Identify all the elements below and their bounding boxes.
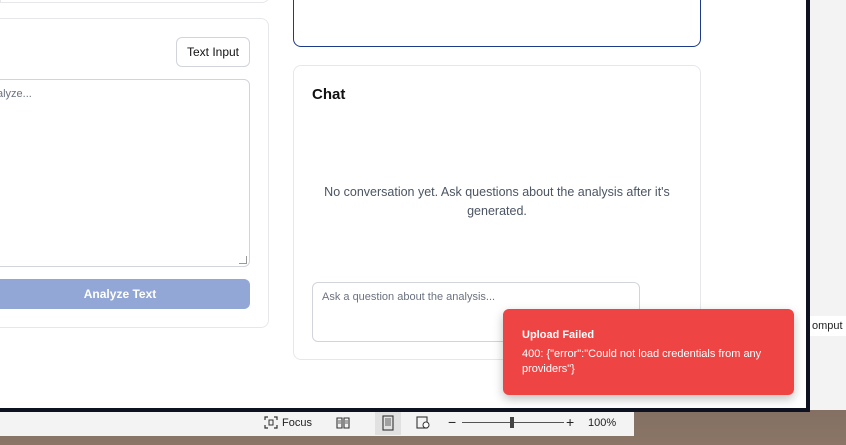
zoom-percent[interactable]: 100% [588, 417, 616, 429]
read-mode-icon[interactable] [336, 416, 350, 429]
print-layout-icon [382, 415, 394, 431]
focus-icon [264, 416, 278, 429]
toast-title: Upload Failed [522, 329, 595, 341]
focus-mode-button[interactable]: Focus [264, 416, 312, 429]
zoom-in-button[interactable]: + [566, 414, 574, 430]
word-partial-text: omput [808, 316, 846, 336]
textarea-placeholder: alyze... [0, 88, 32, 100]
web-layout-icon[interactable] [416, 416, 430, 429]
text-input-mode-button[interactable]: Text Input [176, 37, 250, 67]
print-layout-button[interactable] [375, 411, 401, 435]
upload-failed-toast[interactable]: Upload Failed 400: {"error":"Could not l… [503, 309, 794, 395]
toast-message: 400: {"error":"Could not load credential… [522, 348, 762, 375]
zoom-out-button[interactable]: − [448, 414, 456, 430]
analysis-textarea[interactable]: alyze... [0, 79, 250, 267]
chat-empty-message: No conversation yet. Ask questions about… [324, 185, 670, 218]
focus-label: Focus [282, 416, 312, 429]
analyze-text-button[interactable]: Analyze Text [0, 279, 250, 309]
zoom-slider-thumb[interactable] [510, 417, 514, 428]
analysis-output-card [293, 0, 701, 47]
word-status-bar: Focus − + 100% [0, 410, 634, 436]
chat-input-placeholder: Ask a question about the analysis... [322, 291, 496, 303]
chat-title: Chat [312, 86, 346, 103]
upper-left-card [0, 0, 270, 3]
resize-handle-icon[interactable] [239, 256, 247, 264]
